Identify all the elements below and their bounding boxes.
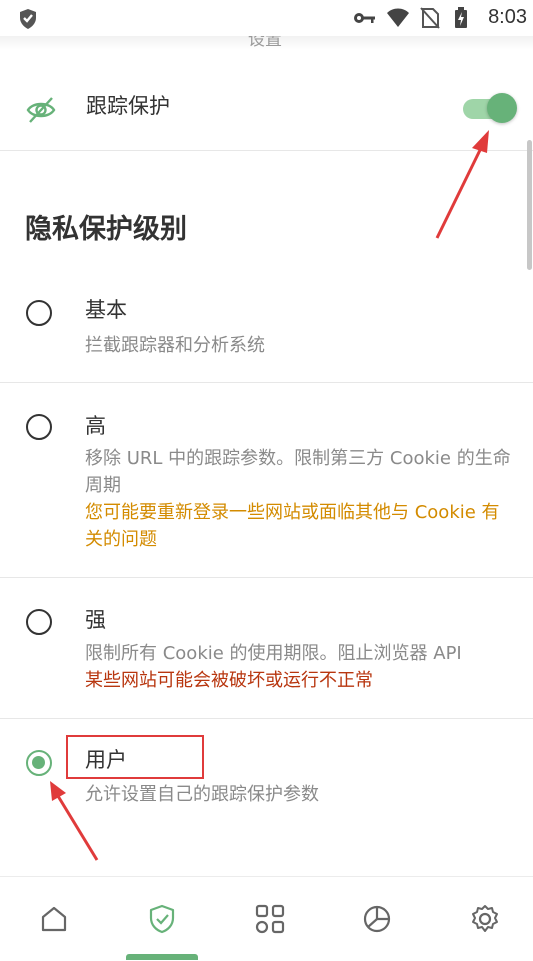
- option-high-title: 高: [85, 414, 106, 438]
- option-strict-warning: 某些网站可能会被破坏或运行不正常: [85, 670, 373, 691]
- annotation-highlight-box: [66, 735, 204, 779]
- option-strict-desc: 限制所有 Cookie 的使用期限。阻止浏览器 API 某些网站可能会被破坏或运…: [85, 640, 525, 694]
- eye-off-icon: [25, 94, 57, 126]
- option-high-warning: 您可能要重新登录一些网站或面临其他与 Cookie 有关的问题: [85, 502, 500, 550]
- no-sim-icon: [420, 6, 442, 29]
- status-time: 8:03: [488, 6, 527, 28]
- home-icon[interactable]: [38, 903, 70, 935]
- wifi-icon: [386, 7, 410, 29]
- stats-icon[interactable]: [361, 903, 393, 935]
- option-strict[interactable]: 强 限制所有 Cookie 的使用期限。阻止浏览器 API 某些网站可能会被破坏…: [0, 578, 533, 718]
- scrolled-header: 设置: [0, 36, 533, 50]
- protection-icon[interactable]: [146, 903, 178, 935]
- scrolled-header-text: 设置: [248, 36, 282, 50]
- settings-icon[interactable]: [469, 903, 501, 935]
- radio-basic[interactable]: [26, 300, 52, 326]
- option-strict-desc-text: 限制所有 Cookie 的使用期限。阻止浏览器 API: [85, 643, 462, 664]
- option-basic-desc: 拦截跟踪器和分析系统: [85, 335, 265, 356]
- tracking-protection-label: 跟踪保护: [86, 94, 170, 118]
- radio-high[interactable]: [26, 414, 52, 440]
- status-bar: 8:03: [0, 0, 533, 36]
- tracking-protection-row[interactable]: [0, 62, 533, 151]
- option-basic-title: 基本: [85, 298, 127, 322]
- option-custom-desc: 允许设置自己的跟踪保护参数: [85, 784, 319, 805]
- option-high-desc: 移除 URL 中的跟踪参数。限制第三方 Cookie 的生命周期 您可能要重新登…: [85, 445, 515, 553]
- option-high[interactable]: 高 移除 URL 中的跟踪参数。限制第三方 Cookie 的生命周期 您可能要重…: [0, 383, 533, 577]
- battery-charging-icon: [454, 6, 476, 29]
- key-icon: [352, 7, 376, 29]
- option-strict-title: 强: [85, 608, 106, 632]
- radio-custom[interactable]: [26, 750, 52, 776]
- shield-icon: [18, 8, 38, 34]
- toggle-knob: [487, 93, 517, 123]
- scrollbar[interactable]: [527, 140, 532, 270]
- option-high-desc-text: 移除 URL 中的跟踪参数。限制第三方 Cookie 的生命周期: [85, 448, 511, 496]
- option-basic[interactable]: 基本 拦截跟踪器和分析系统: [0, 280, 533, 382]
- radio-strict[interactable]: [26, 609, 52, 635]
- active-nav-indicator: [126, 954, 198, 960]
- apps-icon[interactable]: [254, 903, 286, 935]
- tracking-protection-toggle[interactable]: [463, 93, 517, 125]
- bottom-navigation: [0, 876, 533, 961]
- privacy-level-title: 隐私保护级别: [25, 214, 187, 245]
